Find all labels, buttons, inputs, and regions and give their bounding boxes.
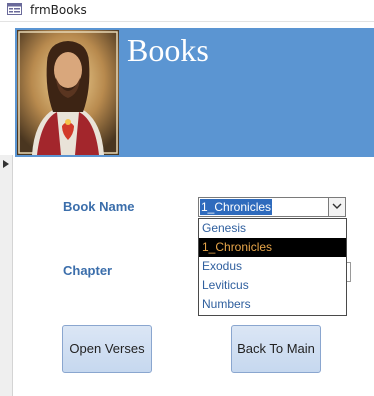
title-bar: frmBooks [0, 0, 374, 22]
open-verses-button[interactable]: Open Verses [62, 325, 152, 373]
current-record-arrow-icon [3, 160, 9, 168]
dropdown-option-selected[interactable]: 1_Chronicles [199, 238, 346, 257]
dropdown-option[interactable]: Exodus [199, 257, 346, 276]
combo-dropdown-button[interactable] [328, 198, 345, 216]
dropdown-option[interactable]: Genesis [199, 219, 346, 238]
chapter-label: Chapter [63, 263, 113, 278]
book-dropdown-list[interactable]: Genesis 1_Chronicles Exodus Leviticus Nu… [198, 218, 347, 316]
book-name-label: Book Name [63, 199, 135, 214]
window-title: frmBooks [30, 3, 87, 17]
form-header: Books [15, 28, 374, 157]
header-title: Books [127, 32, 209, 68]
dropdown-option[interactable]: Numbers [199, 295, 346, 314]
form-icon [7, 3, 22, 15]
book-name-combo[interactable]: 1_Chronicles [198, 197, 346, 217]
book-name-combo-value[interactable]: 1_Chronicles [200, 199, 273, 215]
back-to-main-button[interactable]: Back To Main [231, 325, 321, 373]
jesus-portrait [17, 30, 119, 155]
record-selector[interactable] [0, 155, 13, 396]
dropdown-option[interactable]: Leviticus [199, 276, 346, 295]
chevron-down-icon [332, 203, 342, 209]
